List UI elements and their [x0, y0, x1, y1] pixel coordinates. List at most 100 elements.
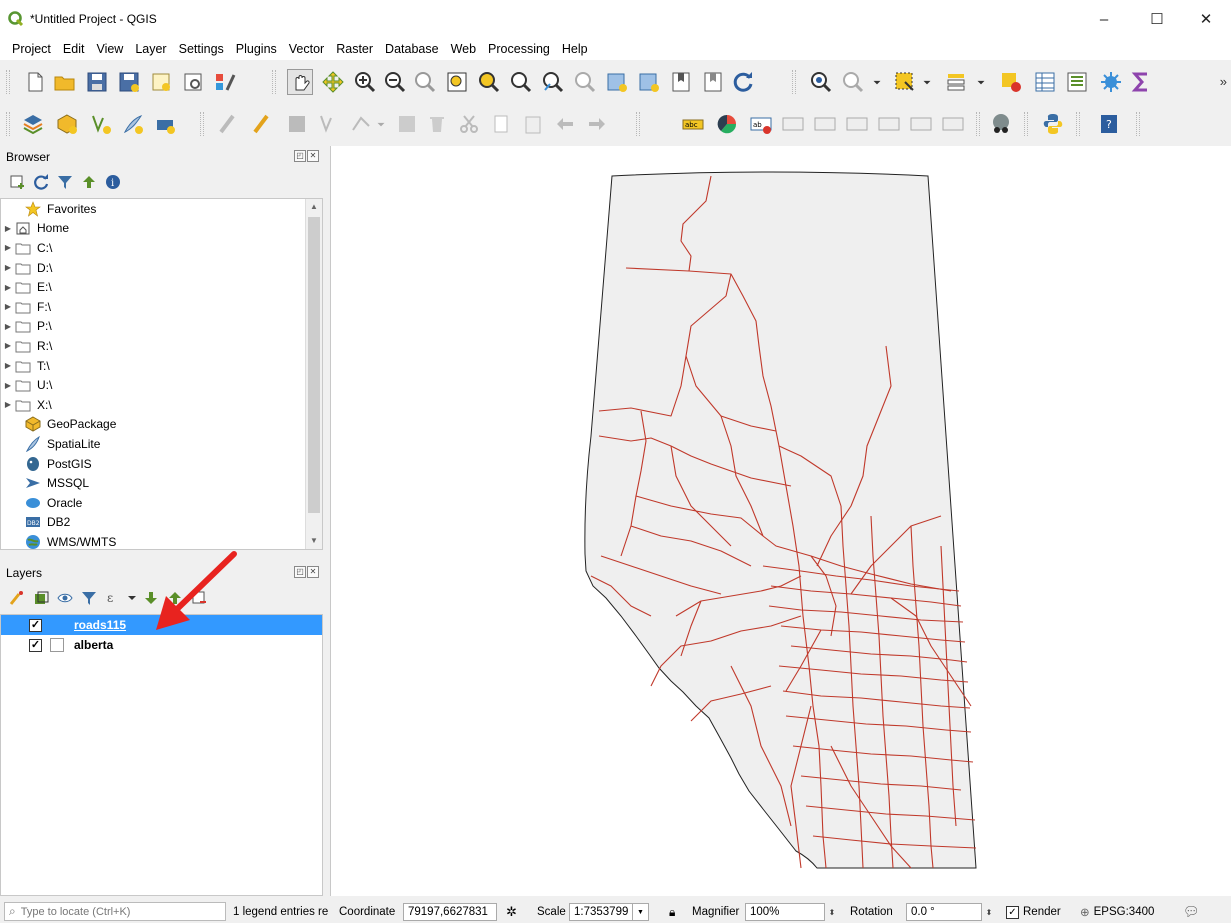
style-manager-icon[interactable]: [212, 69, 238, 95]
browser-item[interactable]: ▶ Home: [1, 219, 322, 239]
expand-arrow-icon[interactable]: ▶: [1, 302, 15, 311]
layer-symbol-icon[interactable]: [50, 638, 64, 652]
scale-field[interactable]: 1:7353799: [569, 903, 633, 921]
filter-by-expression-icon[interactable]: ε: [104, 589, 122, 607]
float-panel-icon[interactable]: ◰: [294, 566, 306, 578]
minimize-button[interactable]: –: [1081, 0, 1127, 38]
layer-row-roads115[interactable]: ✓ roads115: [1, 615, 322, 635]
layer-visibility-checkbox[interactable]: ✓: [29, 618, 42, 632]
layer-visibility-checkbox[interactable]: ✓: [29, 638, 42, 652]
toolbar-handle[interactable]: [1136, 112, 1140, 136]
remove-layer-icon[interactable]: [190, 589, 208, 607]
copy-features-icon[interactable]: [488, 111, 514, 137]
menu-processing[interactable]: Processing: [482, 38, 556, 60]
lock-scale-icon[interactable]: 🔒︎: [669, 903, 675, 921]
chevron-down-icon[interactable]: ▼: [633, 903, 649, 921]
zoom-to-layer-icon[interactable]: [508, 69, 534, 95]
show-hide-labels-icon[interactable]: [812, 111, 838, 137]
browser-item[interactable]: ▶ R:\: [1, 336, 322, 356]
layer-row-alberta[interactable]: ✓ alberta: [1, 635, 322, 655]
refresh-icon[interactable]: [730, 69, 756, 95]
toolbar-handle[interactable]: [636, 112, 640, 136]
new-map-view-icon[interactable]: [604, 69, 630, 95]
close-panel-icon[interactable]: ✕: [307, 150, 319, 162]
bookmark-icon[interactable]: [668, 69, 694, 95]
highlight-pinned-labels-icon[interactable]: ab: [748, 111, 774, 137]
coordinate-field[interactable]: 79197,6627831: [403, 903, 497, 921]
browser-item[interactable]: PostGIS: [1, 454, 322, 474]
zoom-native-icon[interactable]: [412, 69, 438, 95]
chevron-down-icon[interactable]: [974, 69, 988, 95]
browser-item[interactable]: MSSQL: [1, 473, 322, 493]
identify-features-icon[interactable]: [808, 69, 834, 95]
change-label-icon[interactable]: [908, 111, 934, 137]
toolbar-handle[interactable]: [1024, 112, 1028, 136]
collapse-all-icon[interactable]: [166, 589, 184, 607]
toolbox-icon[interactable]: [1098, 69, 1124, 95]
toolbar-overflow-button[interactable]: »: [1220, 74, 1227, 89]
magnifier-field[interactable]: 100%: [745, 903, 825, 921]
menu-vector[interactable]: Vector: [283, 38, 330, 60]
browser-item[interactable]: ▶ F:\: [1, 297, 322, 317]
rotation-spinner[interactable]: ⬍: [982, 903, 996, 921]
new-print-layout-icon[interactable]: [148, 69, 174, 95]
map-canvas[interactable]: [330, 146, 1231, 896]
expand-arrow-icon[interactable]: ▶: [1, 322, 15, 331]
vertex-tool-icon[interactable]: [348, 111, 374, 137]
render-checkbox[interactable]: ✓: [1006, 905, 1019, 919]
menu-raster[interactable]: Raster: [330, 38, 379, 60]
magnifier-spinner[interactable]: ⬍: [825, 903, 839, 921]
toolbar-handle[interactable]: [976, 112, 980, 136]
filter-legend-icon[interactable]: [80, 589, 98, 607]
expand-arrow-icon[interactable]: ▶: [1, 243, 15, 252]
menu-project[interactable]: Project: [6, 38, 57, 60]
toolbar-handle[interactable]: [6, 112, 10, 136]
scroll-thumb[interactable]: [308, 217, 320, 513]
expand-arrow-icon[interactable]: ▶: [1, 400, 15, 409]
locator-bar[interactable]: ⌕ Type to locate (Ctrl+K): [4, 902, 226, 921]
layer-diagram-icon[interactable]: [714, 111, 740, 137]
browser-item[interactable]: WMS/WMTS: [1, 532, 322, 549]
attribute-table-icon[interactable]: [1032, 69, 1058, 95]
toolbar-handle[interactable]: [6, 70, 10, 94]
chevron-down-icon[interactable]: [128, 589, 136, 607]
browser-item[interactable]: ▶ D:\: [1, 258, 322, 278]
menu-database[interactable]: Database: [379, 38, 445, 60]
label-properties-icon[interactable]: [940, 111, 966, 137]
zoom-last-icon[interactable]: [540, 69, 566, 95]
save-as-icon[interactable]: [116, 69, 142, 95]
browser-item[interactable]: ▶ E:\: [1, 277, 322, 297]
open-layer-styling-icon[interactable]: [8, 589, 26, 607]
crs-button[interactable]: EPSG:3400: [1094, 906, 1155, 918]
new-geopackage-layer-icon[interactable]: [54, 111, 80, 137]
browser-item[interactable]: ▶ C:\: [1, 238, 322, 258]
expand-arrow-icon[interactable]: ▶: [1, 341, 15, 350]
collapse-all-icon[interactable]: [80, 173, 98, 191]
undo-icon[interactable]: [552, 111, 578, 137]
save-edits-icon[interactable]: [284, 111, 310, 137]
layer-labeling-icon[interactable]: abc: [680, 111, 706, 137]
run-feature-action-icon[interactable]: [840, 69, 866, 95]
cut-features-icon[interactable]: [456, 111, 482, 137]
scroll-down-icon[interactable]: ▼: [306, 533, 322, 549]
menu-help[interactable]: Help: [556, 38, 594, 60]
menu-edit[interactable]: Edit: [57, 38, 91, 60]
browser-item[interactable]: Oracle: [1, 493, 322, 513]
modify-attributes-icon[interactable]: [394, 111, 420, 137]
open-project-icon[interactable]: [52, 69, 78, 95]
browser-item[interactable]: ▶ X:\: [1, 395, 322, 415]
messages-icon[interactable]: 💬︎: [1183, 903, 1200, 921]
show-bookmarks-icon[interactable]: [700, 69, 726, 95]
manage-map-themes-icon[interactable]: [56, 589, 74, 607]
toolbar-handle[interactable]: [792, 70, 796, 94]
pan-map-icon[interactable]: [287, 69, 313, 95]
browser-item[interactable]: SpatiaLite: [1, 434, 322, 454]
rotation-field[interactable]: 0.0 °: [906, 903, 982, 921]
expand-arrow-icon[interactable]: ▶: [1, 381, 15, 390]
zoom-to-selection-icon[interactable]: [476, 69, 502, 95]
new-project-icon[interactable]: [22, 69, 48, 95]
filter-icon[interactable]: [56, 173, 74, 191]
zoom-out-icon[interactable]: [382, 69, 408, 95]
chevron-down-icon[interactable]: [920, 69, 934, 95]
add-group-icon[interactable]: [32, 589, 50, 607]
